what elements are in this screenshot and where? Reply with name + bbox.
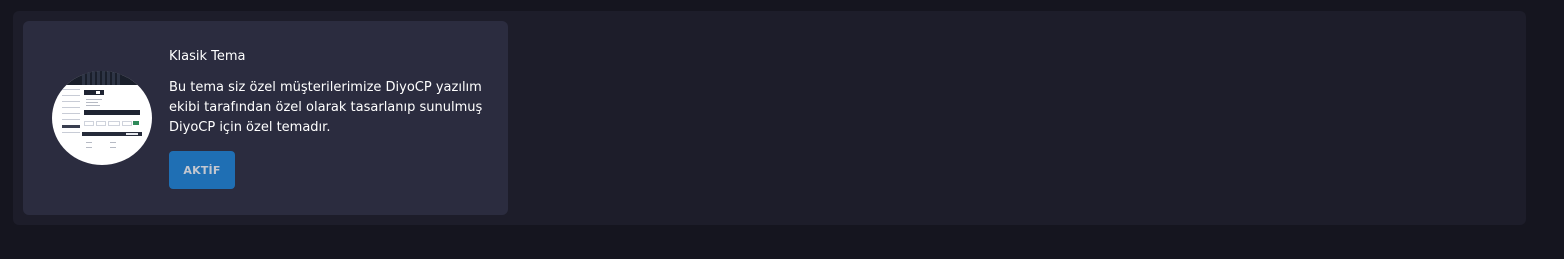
active-status-button[interactable]: AKTİF xyxy=(169,151,235,189)
thumbnail-topbar xyxy=(52,71,152,85)
theme-description: Bu tema siz özel müşterilerimize DiyoCP … xyxy=(169,80,483,135)
theme-preview-thumbnail xyxy=(52,71,152,165)
theme-title: Klasik Tema xyxy=(169,49,246,64)
thumbnail-sidebar xyxy=(62,89,80,149)
